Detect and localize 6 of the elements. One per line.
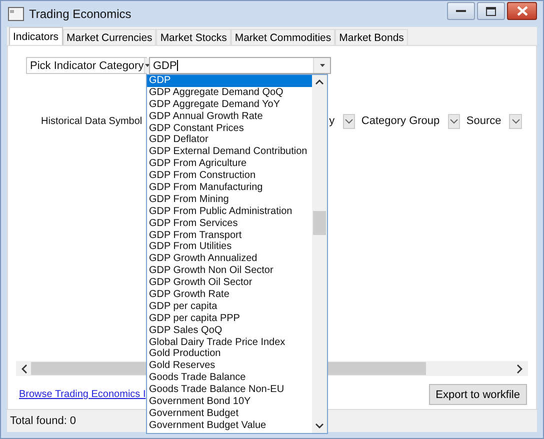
field-label: Historical Data Symbol [41,116,142,126]
field-label: Category Group [361,115,440,127]
window-title: Trading Economics [29,7,132,21]
field-label: Source [466,115,502,127]
field-label: y [329,115,335,127]
status-text: Total found: 0 [10,415,76,427]
